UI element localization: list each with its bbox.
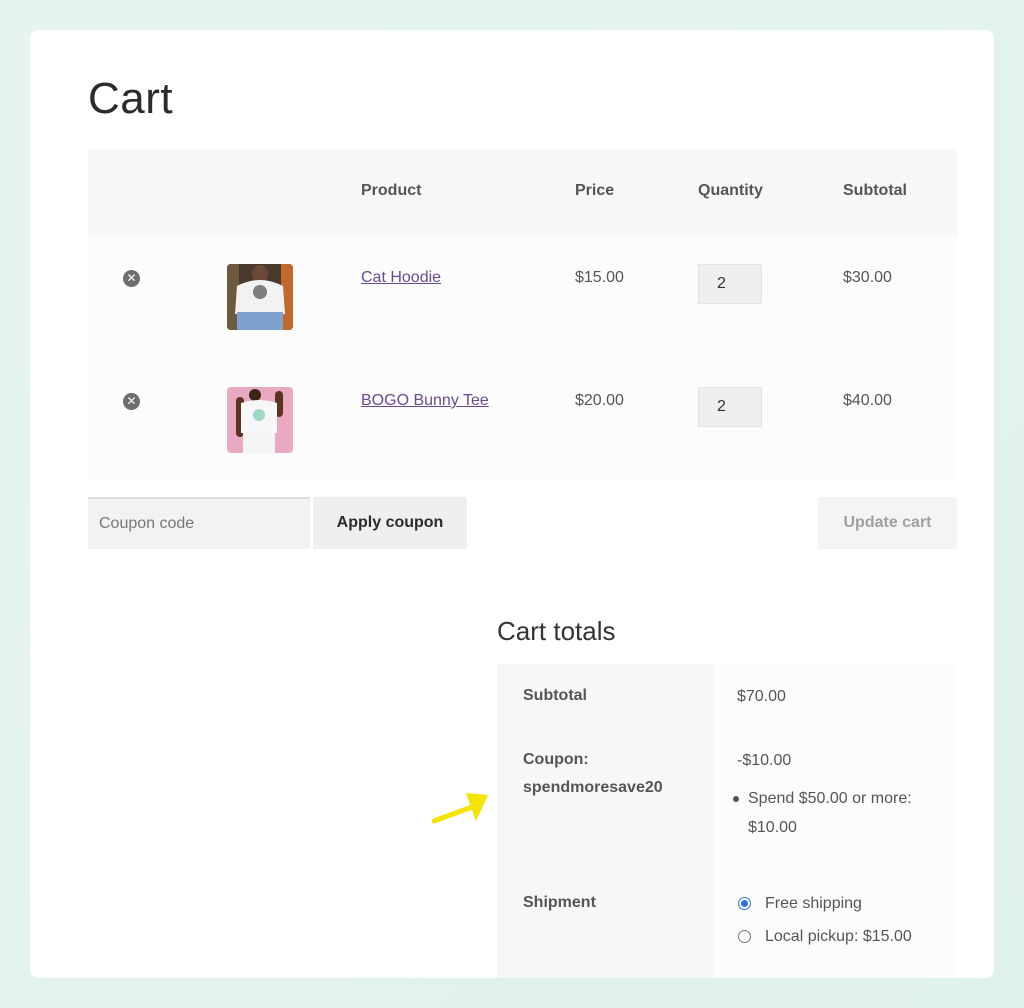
- coupon-value-cell: -$10.00 Spend $50.00 or more: $10.00: [713, 728, 957, 871]
- coupon-code: spendmoresave20: [523, 779, 663, 796]
- product-price: $15.00: [575, 269, 624, 286]
- table-header: Product Price Quantity Subtotal: [88, 149, 957, 235]
- subtotal-value: $70.00: [737, 688, 786, 705]
- header-price: Price: [575, 182, 615, 199]
- coupon-code-input[interactable]: Coupon code: [88, 497, 310, 549]
- free-shipping-label[interactable]: Free shipping: [765, 889, 862, 918]
- cart-page: Cart Product Price Quantity Subtotal ✕ C…: [30, 30, 994, 978]
- header-quantity: Quantity: [698, 182, 763, 199]
- header-subtotal: Subtotal: [843, 182, 907, 199]
- local-pickup-radio[interactable]: [738, 930, 751, 943]
- table-row: ✕ Cat Hoodie $15.00 2 $30.00: [88, 235, 957, 358]
- line-subtotal: $40.00: [843, 392, 892, 409]
- free-shipping-radio[interactable]: [738, 897, 751, 910]
- page-title: Cart: [88, 74, 174, 123]
- coupon-note-amount: $10.00: [748, 819, 797, 836]
- cart-table: Product Price Quantity Subtotal ✕ Cat Ho…: [88, 149, 957, 480]
- apply-coupon-button[interactable]: Apply coupon: [313, 497, 467, 549]
- tee-thumbnail[interactable]: [227, 387, 293, 453]
- cart-totals-title: Cart totals: [497, 616, 616, 646]
- table-row: ✕ BOGO Bunny Tee $20.00 2 $40.00: [88, 358, 957, 480]
- shipment-options-cell: Free shipping Local pickup: $15.00: [713, 871, 957, 978]
- quantity-input[interactable]: 2: [698, 264, 762, 304]
- quantity-input[interactable]: 2: [698, 387, 762, 427]
- coupon-label: Coupon:: [523, 751, 589, 768]
- subtotal-label: Subtotal: [523, 687, 587, 704]
- annotation-arrow-icon: [432, 793, 488, 824]
- coupon-note: Spend $50.00 or more:: [748, 790, 912, 807]
- subtotal-value-cell: $70.00: [713, 664, 957, 728]
- line-subtotal: $30.00: [843, 269, 892, 286]
- bullet-icon: [733, 796, 739, 802]
- shipment-label-cell: Shipment: [497, 871, 713, 978]
- product-link[interactable]: BOGO Bunny Tee: [361, 392, 489, 410]
- coupon-label-cell: Coupon: spendmoresave20: [497, 728, 713, 871]
- remove-item-icon[interactable]: ✕: [123, 270, 140, 287]
- coupon-value: -$10.00: [737, 752, 792, 769]
- local-pickup-label[interactable]: Local pickup: $15.00: [765, 922, 912, 951]
- header-product: Product: [361, 182, 422, 199]
- update-cart-button[interactable]: Update cart: [818, 497, 957, 549]
- cart-totals-table: Subtotal $70.00 Coupon: spendmoresave20 …: [497, 664, 957, 978]
- subtotal-label-cell: Subtotal: [497, 664, 713, 728]
- product-price: $20.00: [575, 392, 624, 409]
- shipment-label: Shipment: [523, 894, 596, 911]
- remove-item-icon[interactable]: ✕: [123, 393, 140, 410]
- hoodie-thumbnail[interactable]: [227, 264, 293, 330]
- product-link[interactable]: Cat Hoodie: [361, 269, 441, 287]
